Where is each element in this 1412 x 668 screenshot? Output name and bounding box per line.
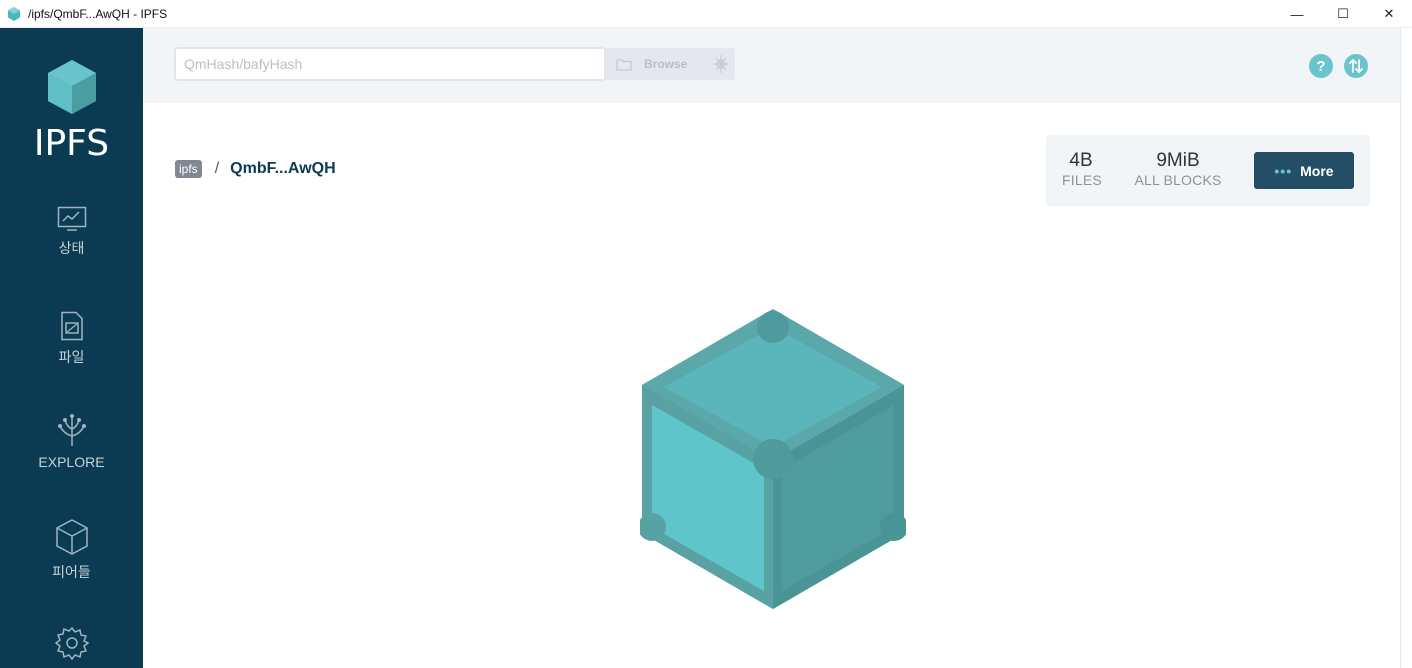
- ipfs-app-icon: [8, 6, 20, 21]
- ipfs-logo[interactable]: IPFS: [0, 58, 143, 164]
- close-button[interactable]: ✕: [1366, 0, 1412, 28]
- breadcrumb-root[interactable]: ipfs: [175, 160, 202, 178]
- sidebar: IPFS 상태 파일 EXPLORE 피어들: [0, 28, 143, 668]
- minimize-button[interactable]: —: [1274, 0, 1320, 28]
- browse-label: Browse: [644, 57, 688, 71]
- blocks-stat-value: 9MiB: [1156, 150, 1200, 171]
- nav-item-explore[interactable]: EXPLORE: [0, 412, 143, 470]
- help-icon[interactable]: ?: [1309, 54, 1333, 78]
- ipfs-logo-icon: [47, 60, 96, 114]
- breadcrumb: ipfs / QmbF...AwQH: [175, 160, 336, 178]
- files-stat-value: 4B: [1069, 150, 1093, 171]
- files-stat-label: FILES: [1062, 172, 1102, 188]
- files-icon: [60, 311, 83, 341]
- peers-cube-icon: [55, 519, 88, 555]
- nav-item-peers[interactable]: 피어들: [0, 518, 143, 582]
- window-titlebar: /ipfs/QmbF...AwQH - IPFS — ☐ ✕: [0, 0, 1412, 28]
- explore-tree-icon: [57, 414, 86, 446]
- window-title: /ipfs/QmbF...AwQH - IPFS: [28, 6, 168, 21]
- browse-button[interactable]: Browse: [606, 48, 735, 80]
- more-dots-icon: •••: [1274, 162, 1293, 179]
- transfer-arrows-icon[interactable]: [1344, 54, 1368, 78]
- folder-icon: [616, 58, 632, 71]
- window-controls: — ☐ ✕: [1274, 0, 1412, 28]
- more-label: More: [1300, 162, 1334, 179]
- nav-item-settings[interactable]: [0, 626, 143, 666]
- stats-panel: 4B FILES 9MiB ALL BLOCKS ••• More: [1046, 135, 1370, 206]
- vertical-scrollbar[interactable]: [1400, 28, 1412, 668]
- breadcrumb-separator: /: [214, 160, 220, 177]
- nav-item-files[interactable]: 파일: [0, 311, 143, 367]
- ipfs-logo-text: IPFS: [33, 123, 110, 164]
- breadcrumb-current[interactable]: QmbF...AwQH: [230, 160, 336, 178]
- ipld-network-icon: [714, 55, 729, 73]
- ipfs-cube-illustration: [640, 309, 906, 609]
- nav-label-files: 파일: [58, 349, 85, 365]
- nav-label-peers: 피어들: [52, 564, 91, 580]
- maximize-button[interactable]: ☐: [1320, 0, 1366, 28]
- top-header: Browse ?: [143, 28, 1400, 103]
- blocks-stat-label: ALL BLOCKS: [1134, 172, 1222, 188]
- nav-label-explore: EXPLORE: [38, 454, 105, 470]
- sync-arrows-icon: [1349, 58, 1363, 74]
- settings-gear-icon: [54, 626, 89, 660]
- main-content: ipfs / QmbF...AwQH 4B FILES 9MiB ALL BLO…: [143, 103, 1400, 668]
- blocks-stat: 9MiB ALL BLOCKS: [1130, 151, 1226, 189]
- nav-label-status: 상태: [58, 240, 85, 256]
- more-button[interactable]: ••• More: [1254, 152, 1354, 189]
- hash-search-input[interactable]: [174, 47, 606, 81]
- nav-item-status[interactable]: 상태: [0, 206, 143, 258]
- status-chart-icon: [57, 206, 86, 231]
- files-stat: 4B FILES: [1062, 150, 1102, 189]
